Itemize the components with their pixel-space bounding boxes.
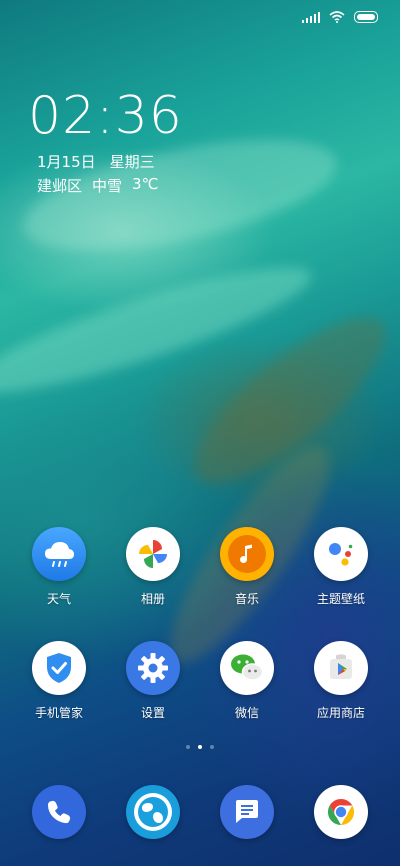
shield-check-icon [32,641,86,695]
chrome-icon [314,785,368,839]
phone-icon [32,785,86,839]
temperature-text: 3℃ [132,175,159,193]
app-label: 微信 [234,706,259,720]
clock-time[interactable]: 02:36 [28,86,183,146]
app-themes[interactable]: 主题壁纸 [301,527,381,607]
weather-text: 中雪 [92,177,123,195]
weekday-text: 星期三 [109,153,155,171]
app-label: 主题壁纸 [316,592,365,606]
dock-phone[interactable] [19,785,99,839]
dock-chrome[interactable] [301,785,381,839]
globe-icon [126,785,180,839]
page-dot [186,745,190,749]
signal-icon [302,11,320,23]
dock-messages[interactable] [207,785,287,839]
page-indicator[interactable] [0,745,400,749]
message-icon [220,785,274,839]
page-dot-active [198,745,202,749]
app-label: 相册 [140,592,165,606]
wifi-icon [329,11,345,23]
app-settings[interactable]: 设置 [113,641,193,721]
play-store-icon [314,641,368,695]
battery-icon [354,11,378,23]
dock-browser[interactable] [113,785,193,839]
gear-icon [126,641,180,695]
photos-pinwheel-icon [126,527,180,581]
page-dot [210,745,214,749]
music-note-icon [220,527,274,581]
app-security[interactable]: 手机管家 [19,641,99,721]
app-store[interactable]: 应用商店 [301,641,381,721]
app-wechat[interactable]: 微信 [207,641,287,721]
app-label: 音乐 [234,592,259,606]
weather-icon [32,527,86,581]
location-text: 建邺区 [37,177,83,195]
app-label: 应用商店 [316,706,365,720]
date-line[interactable]: 1月15日 星期三 [37,151,155,172]
app-label: 天气 [46,592,71,606]
assistant-dots-icon [314,527,368,581]
weather-line[interactable]: 建邺区 中雪 3℃ [37,175,158,196]
wechat-icon [220,641,274,695]
date-text: 1月15日 [37,153,96,171]
app-weather[interactable]: 天气 [19,527,99,607]
status-bar [302,10,378,24]
app-label: 设置 [140,706,165,720]
app-label: 手机管家 [34,706,83,720]
app-photos[interactable]: 相册 [113,527,193,607]
app-music[interactable]: 音乐 [207,527,287,607]
